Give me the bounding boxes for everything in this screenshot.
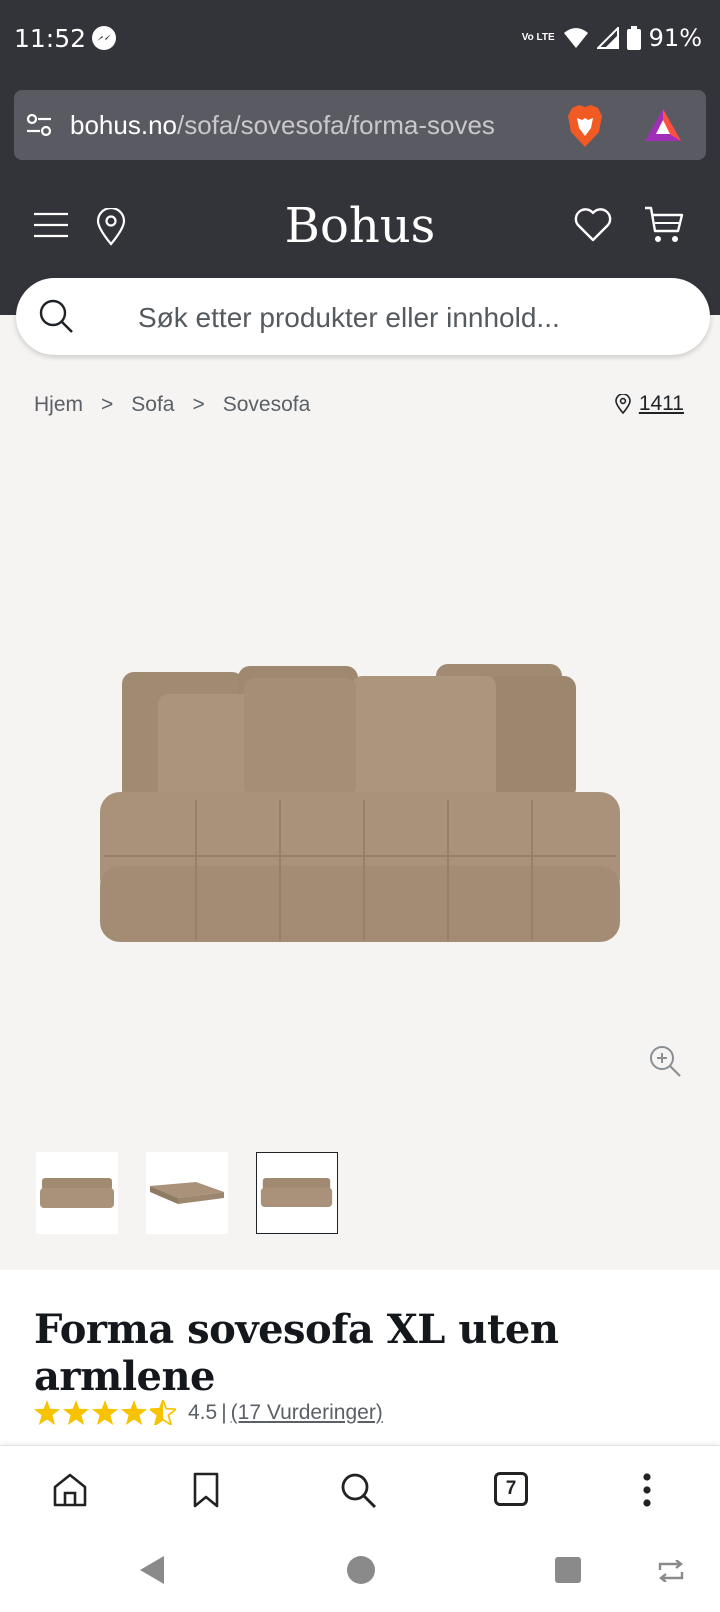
battery-icon [626, 26, 641, 50]
back-icon[interactable] [138, 1554, 166, 1586]
status-indicators: Vo LTE 91% [522, 24, 702, 52]
system-navigation-bar [0, 1540, 720, 1612]
location-pin-icon [615, 394, 631, 414]
status-time: 11:52 [14, 24, 87, 53]
search-placeholder: Søk etter produkter eller innhold... [138, 302, 560, 333]
thumbnail-2[interactable] [146, 1152, 228, 1234]
sofa-image [100, 664, 620, 942]
breadcrumb-item-sovesofa[interactable]: Sovesofa [223, 393, 311, 417]
product-info: Forma sovesofa XL uten armlene 4.5 | (17… [0, 1270, 720, 1445]
selected-store[interactable]: 1411 [615, 392, 684, 416]
star-full-icon [34, 1400, 60, 1425]
rating-stars [34, 1400, 176, 1425]
star-full-icon [63, 1400, 89, 1425]
breadcrumb-item-hjem[interactable]: Hjem [34, 393, 83, 417]
store-number[interactable]: 1411 [639, 392, 684, 416]
messenger-icon [92, 26, 116, 50]
more-menu-icon[interactable] [642, 1472, 652, 1508]
breadcrumb-item-sofa[interactable]: Sofa [131, 393, 174, 417]
home-circle-icon[interactable] [346, 1555, 376, 1585]
cart-icon[interactable] [644, 206, 684, 244]
rewards-icon[interactable] [644, 108, 682, 142]
recents-icon[interactable] [554, 1556, 582, 1584]
rotate-icon[interactable] [656, 1560, 686, 1582]
bohus-logo[interactable]: Bohus [0, 198, 720, 254]
brave-shields-icon[interactable] [566, 104, 604, 148]
search-icon[interactable] [340, 1472, 378, 1510]
thumbnail-strip [36, 1152, 338, 1234]
site-search-field[interactable]: Søk etter produkter eller innhold... [16, 278, 710, 355]
reviews-link[interactable]: (17 Vurderinger) [231, 1401, 383, 1425]
breadcrumb-separator: > [101, 393, 114, 416]
wishlist-heart-icon[interactable] [574, 208, 612, 242]
search-icon [39, 299, 73, 333]
product-rating: 4.5 | (17 Vurderinger) [34, 1400, 383, 1425]
star-full-icon [121, 1400, 147, 1425]
star-half-icon [150, 1400, 176, 1425]
product-image[interactable] [0, 440, 720, 1130]
address-bar[interactable]: bohus.no/sofa/sovesofa/forma-soves [14, 90, 706, 160]
battery-percent: 91% [648, 24, 702, 52]
url-host: bohus.no [70, 110, 177, 140]
signal-icon [596, 27, 619, 49]
thumbnail-3-active[interactable] [256, 1152, 338, 1234]
url-text[interactable]: bohus.no/sofa/sovesofa/forma-soves [70, 110, 562, 141]
home-icon[interactable] [52, 1472, 88, 1508]
tab-switcher-button[interactable]: 7 [494, 1472, 528, 1506]
bookmark-icon[interactable] [192, 1472, 220, 1508]
thumbnail-1[interactable] [36, 1152, 118, 1234]
site-settings-icon[interactable] [26, 112, 52, 138]
sofa-bed-thumbnail-image [150, 1182, 224, 1204]
browser-bottom-toolbar: 7 [0, 1445, 720, 1540]
breadcrumb: Hjem > Sofa > Sovesofa [34, 393, 310, 417]
wifi-icon [563, 28, 588, 48]
sofa-thumbnail-image [40, 1178, 114, 1208]
rating-separator: | [221, 1400, 227, 1424]
star-full-icon [92, 1400, 118, 1425]
rating-value: 4.5 [188, 1400, 218, 1424]
breadcrumb-separator: > [192, 393, 205, 416]
volte-icon: Vo LTE [521, 32, 555, 43]
url-path: /sofa/sovesofa/forma-soves [176, 110, 495, 140]
zoom-in-icon[interactable] [648, 1044, 682, 1078]
status-bar: 11:52 Vo LTE 91% [0, 0, 720, 80]
sofa-thumbnail-image [260, 1178, 333, 1207]
product-title: Forma sovesofa XL uten armlene [34, 1306, 559, 1400]
browser-toolbar: bohus.no/sofa/sovesofa/forma-soves [0, 80, 720, 180]
